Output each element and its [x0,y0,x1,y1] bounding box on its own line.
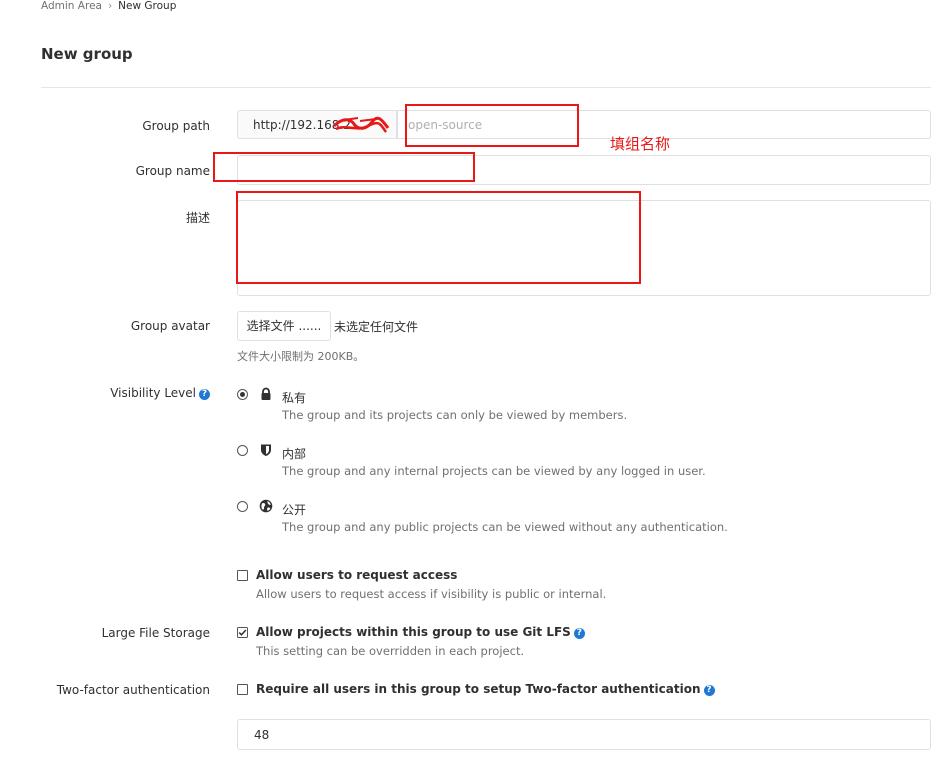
request-access-title: Allow users to request access [256,568,458,582]
lfs-title-wrap: Allow projects within this group to use … [256,625,585,639]
two-factor-title: Require all users in this group to setup… [256,682,701,696]
redaction-scribble [332,116,390,133]
visibility-public-radio[interactable] [237,501,248,512]
page-title: New group [41,45,133,63]
visibility-private-title: 私有 [282,391,307,405]
breadcrumb-separator: › [107,0,113,12]
visibility-private-radio[interactable] [237,389,248,400]
file-status-text: 未选定任何文件 [334,320,419,334]
group-name-input[interactable] [237,155,931,185]
request-access-desc: Allow users to request access if visibil… [256,587,607,601]
breadcrumb: Admin Area › New Group [41,0,176,12]
visibility-label-wrap: Visibility Level? [40,386,210,400]
visibility-private-desc: The group and its projects can only be v… [282,408,628,422]
two-factor-title-wrap: Require all users in this group to setup… [256,682,715,696]
choose-file-button[interactable]: 选择文件 ...... [237,311,331,341]
visibility-public-desc: The group and any public projects can be… [282,520,728,534]
help-icon[interactable]: ? [573,628,585,639]
title-divider [41,87,931,88]
lfs-desc: This setting can be overridden in each p… [256,644,525,658]
breadcrumb-admin-area-link[interactable]: Admin Area [41,0,102,12]
file-size-help: 文件大小限制为 200KB。 [237,350,365,363]
visibility-public-title: 公开 [282,503,307,517]
group-path-label: Group path [142,119,210,133]
group-avatar-label: Group avatar [130,319,210,333]
globe-icon [259,499,273,513]
breadcrumb-current: New Group [118,0,177,12]
visibility-internal-desc: The group and any internal projects can … [282,464,706,478]
help-icon[interactable]: ? [199,389,210,400]
lock-icon [261,387,271,400]
visibility-internal-radio[interactable] [237,445,248,456]
grace-period-input[interactable] [237,719,931,750]
visibility-label: Visibility Level [110,386,196,400]
description-label: 描述 [185,211,210,225]
lfs-label: Large File Storage [101,626,210,640]
description-textarea[interactable] [237,200,931,296]
lfs-title: Allow projects within this group to use … [256,625,571,639]
two-factor-label: Two-factor authentication [56,683,210,697]
two-factor-checkbox[interactable] [237,684,248,695]
group-name-label: Group name [135,164,210,178]
request-access-checkbox[interactable] [237,570,248,581]
annotation-text: 填组名称 [610,135,671,153]
shield-icon [261,444,271,456]
visibility-internal-title: 内部 [282,447,307,461]
help-icon[interactable]: ? [703,685,715,696]
lfs-checkbox[interactable] [237,627,248,638]
